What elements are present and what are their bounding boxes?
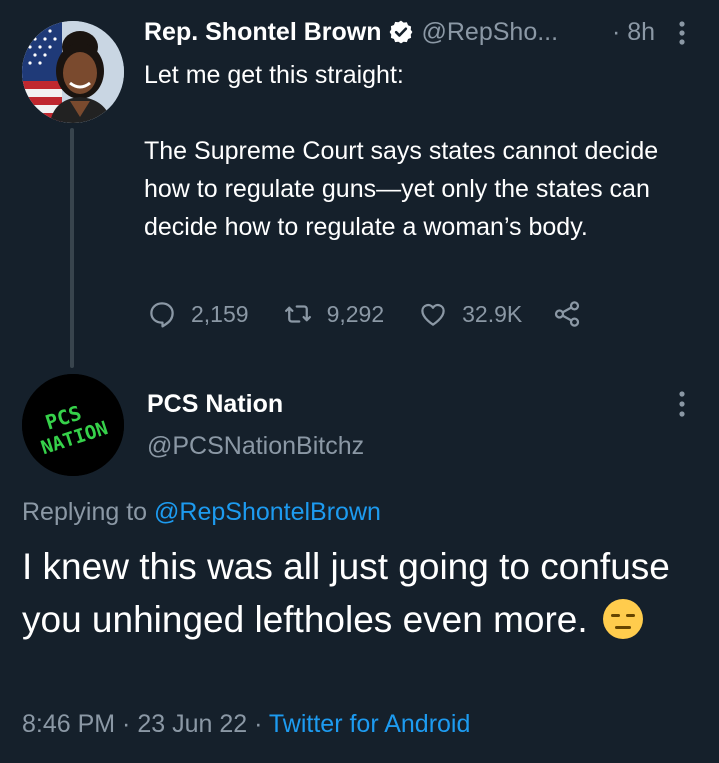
tweet-meta: 8:46 PM · 23 Jun 22 · Twitter for Androi… bbox=[22, 706, 470, 742]
tweet-time-value: 8h bbox=[627, 18, 656, 46]
more-options-icon[interactable] bbox=[674, 20, 690, 46]
author-name[interactable]: PCS Nation bbox=[147, 386, 283, 422]
tweet2-text-content: I knew this was all just going to confus… bbox=[22, 546, 670, 640]
tweet-source-link[interactable]: Twitter for Android bbox=[269, 710, 470, 738]
share-button[interactable] bbox=[552, 299, 596, 329]
avatar-pcs-nation[interactable]: PCS NATION bbox=[22, 374, 124, 476]
reply-icon bbox=[150, 302, 174, 328]
tweet1-header: Rep. Shontel Brown @RepSho... bbox=[144, 14, 558, 50]
tweet1-paragraph-2: The Supreme Court says states cannot dec… bbox=[144, 137, 659, 241]
tweet2-text: I knew this was all just going to confus… bbox=[22, 540, 712, 646]
replying-to-label: Replying to bbox=[22, 498, 148, 526]
tweet1-text: Let me get this straight: The Supreme Co… bbox=[144, 56, 704, 246]
tweet-time[interactable]: · 8h bbox=[612, 14, 655, 50]
expressionless-face-emoji-icon bbox=[602, 598, 644, 640]
thread-connector-line bbox=[70, 128, 74, 368]
pcs-nation-logo: PCS NATION bbox=[22, 374, 124, 476]
reply-button[interactable]: 2,159 bbox=[147, 299, 249, 329]
share-icon bbox=[555, 301, 580, 327]
retweet-icon bbox=[284, 305, 311, 323]
author-handle[interactable]: @PCSNationBitchz bbox=[147, 428, 364, 464]
reply-count: 2,159 bbox=[191, 300, 249, 327]
avatar-rep-shontel-brown[interactable] bbox=[22, 21, 124, 123]
author-handle[interactable]: @RepSho... bbox=[422, 18, 559, 47]
tweet1-action-bar: 2,159 9,292 32.9K bbox=[147, 296, 596, 332]
retweet-count: 9,292 bbox=[326, 300, 385, 327]
verified-badge-icon bbox=[388, 19, 414, 45]
tweet-timestamp[interactable]: 8:46 PM · 23 Jun 22 · bbox=[22, 710, 262, 738]
replying-to-handle-link[interactable]: @RepShontelBrown bbox=[154, 498, 381, 526]
replying-to-line: Replying to @RepShontelBrown bbox=[22, 494, 381, 530]
retweet-button[interactable]: 9,292 bbox=[283, 299, 385, 329]
more-options-icon[interactable] bbox=[674, 389, 690, 419]
like-button[interactable]: 32.9K bbox=[418, 299, 522, 329]
author-name[interactable]: Rep. Shontel Brown bbox=[144, 18, 382, 47]
heart-icon bbox=[421, 303, 445, 326]
profile-photo bbox=[22, 21, 124, 123]
tweet1-paragraph-1: Let me get this straight: bbox=[144, 61, 404, 89]
like-count: 32.9K bbox=[462, 300, 523, 327]
